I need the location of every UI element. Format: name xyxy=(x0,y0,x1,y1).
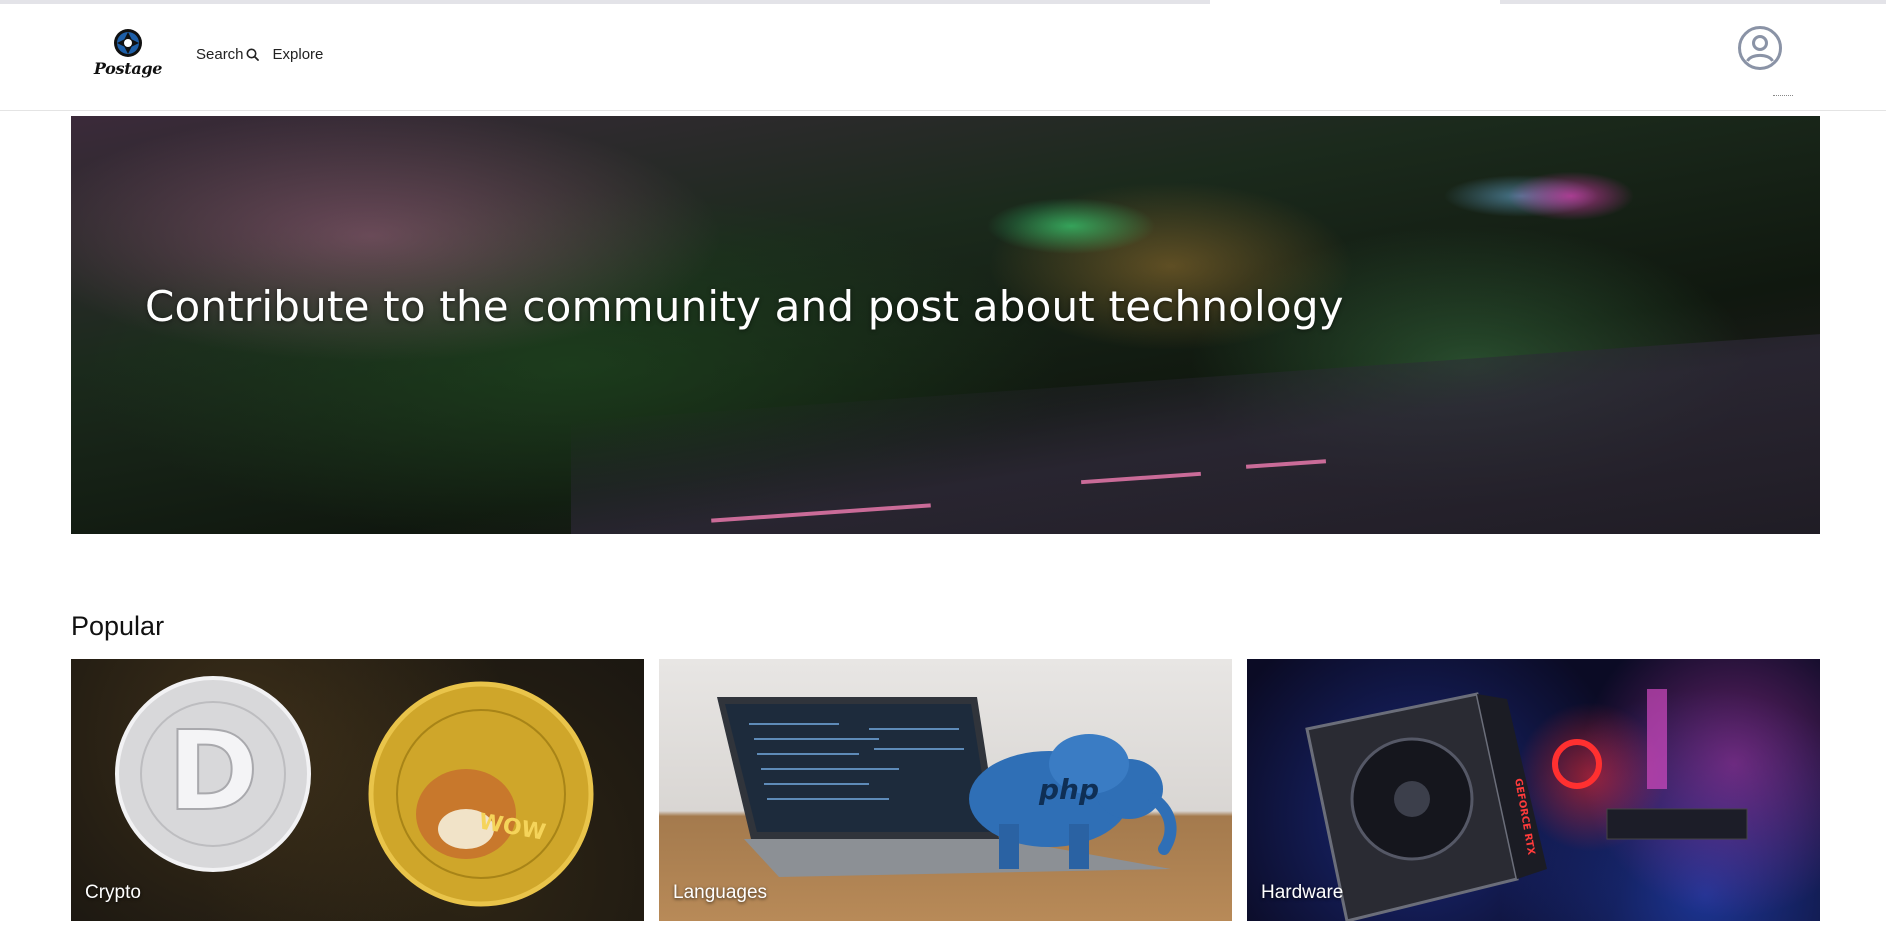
hero-street xyxy=(571,330,1820,534)
brand-logo[interactable]: Postage xyxy=(88,28,168,82)
nav-explore[interactable]: Explore xyxy=(273,46,324,63)
user-circle-icon xyxy=(1738,26,1782,70)
svg-text:php: php xyxy=(1038,773,1099,806)
hero-banner: Contribute to the community and post abo… xyxy=(71,116,1820,534)
category-card-hardware[interactable]: GEFORCE RTX Hardware xyxy=(1247,659,1820,921)
brand-name: Postage xyxy=(93,59,163,78)
nav-search-label: Search xyxy=(196,46,244,63)
category-label: Crypto xyxy=(85,882,141,903)
shutter-icon xyxy=(114,29,142,57)
nav-search[interactable]: Search xyxy=(196,46,259,63)
search-icon xyxy=(246,48,259,61)
category-card-languages[interactable]: php Languages xyxy=(659,659,1232,921)
account-button[interactable] xyxy=(1737,25,1783,71)
nav-explore-label: Explore xyxy=(272,46,324,63)
category-label: Hardware xyxy=(1261,882,1344,903)
main-nav: Search Explore xyxy=(196,46,323,63)
svg-text:D: D xyxy=(167,707,258,835)
category-card-crypto[interactable]: D WOW Crypto xyxy=(71,659,644,921)
category-label: Languages xyxy=(673,882,768,903)
popular-cards: D WOW Crypto php Languages GEFORCE RTX H… xyxy=(71,659,1820,921)
account-indicator xyxy=(1773,95,1793,98)
site-header: Postage Search Explore xyxy=(0,4,1886,111)
hero-title: Contribute to the community and post abo… xyxy=(145,282,1344,331)
popular-heading: Popular xyxy=(71,611,165,641)
crypto-coins-image: D WOW xyxy=(115,676,594,907)
